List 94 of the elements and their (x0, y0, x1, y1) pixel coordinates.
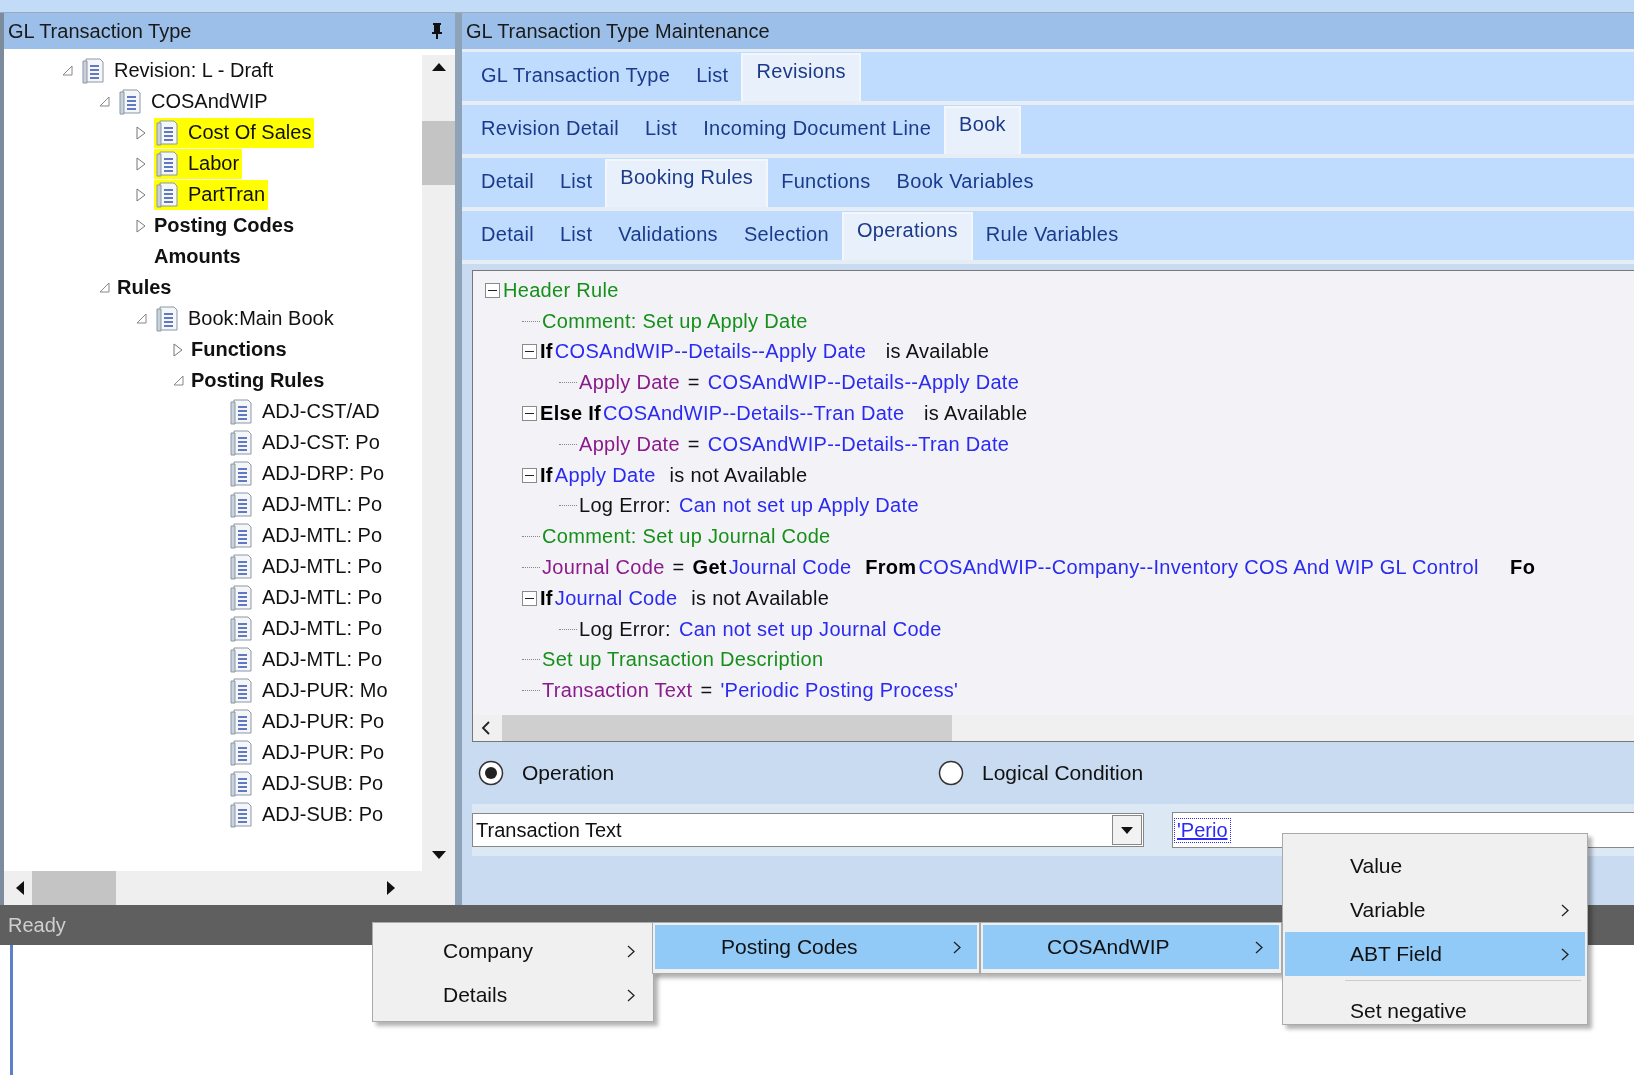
tree-item[interactable]: ADJ-MTL: Po (228, 644, 386, 675)
tab[interactable]: Operations (841, 212, 973, 260)
tree-item-label: ADJ-SUB: Po (262, 803, 384, 826)
tree-item-label: ADJ-PUR: Po (262, 741, 385, 764)
menu-item-label: Posting Codes (721, 935, 858, 959)
tree-item[interactable]: ADJ-PUR: Po (228, 706, 388, 737)
rule-line[interactable]: IfJournal Code is not Available (540, 586, 838, 610)
radio-option[interactable]: Operation (478, 760, 938, 786)
tree-item[interactable]: ADJ-MTL: Po (228, 613, 386, 644)
rule-line[interactable]: Comment: Set up Apply Date (542, 309, 816, 333)
menu-item-label: COSAndWIP (1047, 935, 1170, 959)
menu-item-label: Variable (1350, 898, 1426, 922)
rule-line[interactable]: Set up Transaction Description (542, 648, 832, 672)
tree-item[interactable]: PartTran (154, 179, 269, 210)
tab[interactable]: Revision Detail (468, 110, 632, 154)
tree-item-label: ADJ-MTL: Po (262, 555, 383, 578)
tree-item-label: ADJ-MTL: Po (262, 493, 383, 516)
status-text: Ready (8, 913, 66, 937)
panel-title: GL Transaction Type Maintenance (466, 19, 770, 43)
tree-item-label: Cost Of Sales (188, 121, 312, 144)
menu-item[interactable]: COSAndWIP (983, 925, 1279, 969)
tree-item[interactable]: ADJ-SUB: Po (228, 768, 387, 799)
menu-item[interactable]: Company (375, 929, 651, 973)
tree-item-label: ADJ-MTL: Po (262, 617, 383, 640)
menu-item[interactable]: Set negative (1285, 989, 1585, 1033)
menu-item[interactable]: Details (375, 973, 651, 1017)
tab[interactable]: Functions (768, 163, 884, 207)
menu-item-label: Set negative (1350, 999, 1467, 1023)
tree-item-label: ADJ-SUB: Po (262, 772, 384, 795)
tab[interactable]: Booking Rules (605, 159, 769, 207)
tree-item-label: ADJ-MTL: Po (262, 524, 383, 547)
tab[interactable]: List (683, 57, 742, 101)
tab[interactable]: Incoming Document Line (690, 110, 945, 154)
tree-item-label: ADJ-PUR: Mo (262, 679, 388, 702)
tab[interactable]: Revisions (741, 53, 861, 101)
menu-item-label: Company (443, 939, 533, 963)
radio-option[interactable]: Logical Condition (938, 760, 1398, 786)
tree-item[interactable]: ADJ-MTL: Po (228, 489, 386, 520)
tab[interactable]: GL Transaction Type (468, 57, 684, 101)
menu-item[interactable]: ABT Field (1285, 932, 1585, 976)
tab[interactable]: Validations (605, 216, 731, 260)
tree-item-label: PartTran (188, 183, 266, 206)
tree-item-label: ADJ-DRP: Po (262, 462, 385, 485)
tab[interactable]: Rule Variables (972, 216, 1132, 260)
menu-item-label: Value (1350, 854, 1403, 878)
tab[interactable]: Selection (730, 216, 842, 260)
rule-line[interactable]: Comment: Set up Journal Code (542, 525, 839, 549)
rule-line[interactable]: Log Error: Can not set up Apply Date (579, 494, 927, 518)
tree-item[interactable]: Cost Of Sales (154, 117, 315, 148)
tree-item[interactable]: Revision: L - Draft (80, 55, 277, 86)
rule-line[interactable]: IfCOSAndWIP--Details--Apply Date is Available (540, 340, 998, 364)
rule-line[interactable]: Log Error: Can not set up Journal Code (579, 617, 950, 641)
tree-item-label: Labor (188, 152, 240, 175)
tab[interactable]: Book (944, 106, 1021, 154)
tree-item[interactable]: ADJ-CST: Po (228, 427, 383, 458)
tab[interactable]: List (546, 216, 606, 260)
rule-line[interactable]: Else IfCOSAndWIP--Details--Tran Date is Available (540, 402, 1036, 426)
rule-line[interactable]: Journal Code = GetJournal Code FromCOSAndWIP--Company--Inventory COS And WIP GL Control Fo (542, 556, 1538, 580)
value-link[interactable]: 'Perio (1175, 818, 1230, 842)
tree-item[interactable]: ADJ-PUR: Mo (228, 675, 391, 706)
menu-item[interactable]: Posting Codes (655, 925, 977, 969)
rule-line[interactable]: Header Rule (503, 278, 627, 302)
tree-item[interactable]: ADJ-SUB: Po (228, 799, 387, 830)
tree-item[interactable]: Labor (154, 148, 243, 179)
tree-item-label: ADJ-CST/AD (262, 400, 380, 423)
menu-item-label: Details (443, 983, 508, 1007)
tree-item[interactable]: ADJ-MTL: Po (228, 551, 386, 582)
tab[interactable]: List (631, 110, 691, 154)
tree-item-label: ADJ-MTL: Po (262, 648, 383, 671)
tab[interactable]: Book Variables (883, 163, 1047, 207)
tree-item-label: ADJ-CST: Po (262, 431, 380, 454)
tree-item-label: ADJ-MTL: Po (262, 586, 383, 609)
tree-item[interactable]: ADJ-MTL: Po (228, 520, 386, 551)
rule-line[interactable]: Transaction Text = 'Periodic Posting Process' (542, 679, 967, 703)
tab[interactable]: Detail (468, 216, 547, 260)
tree-item[interactable]: ADJ-CST/AD (228, 396, 383, 427)
tree-item-label: COSAndWIP (151, 90, 268, 113)
tree-item[interactable]: ADJ-DRP: Po (228, 458, 388, 489)
tree-item-label: Revision: L - Draft (114, 59, 274, 82)
tab[interactable]: List (546, 163, 606, 207)
tab[interactable]: Detail (468, 163, 547, 207)
menu-item-label: ABT Field (1350, 942, 1442, 966)
tree-item[interactable]: ADJ-PUR: Po (228, 737, 388, 768)
tree-item-label: Book:Main Book (188, 307, 334, 330)
tree-item[interactable]: COSAndWIP (117, 86, 271, 117)
tree-item-label: ADJ-PUR: Po (262, 710, 385, 733)
rule-line[interactable]: Apply Date = COSAndWIP--Details--Tran Date (579, 432, 1018, 456)
rule-line[interactable]: IfApply Date is not Available (540, 463, 816, 487)
rule-line[interactable]: Apply Date = COSAndWIP--Details--Apply Date (579, 371, 1028, 395)
tree-item[interactable]: Book:Main Book (154, 303, 337, 334)
tree-item[interactable]: ADJ-MTL: Po (228, 582, 386, 613)
menu-item[interactable]: Variable (1285, 888, 1585, 932)
panel-title: GL Transaction Type (8, 19, 192, 43)
target-dropdown[interactable]: Transaction Text (472, 813, 1144, 847)
